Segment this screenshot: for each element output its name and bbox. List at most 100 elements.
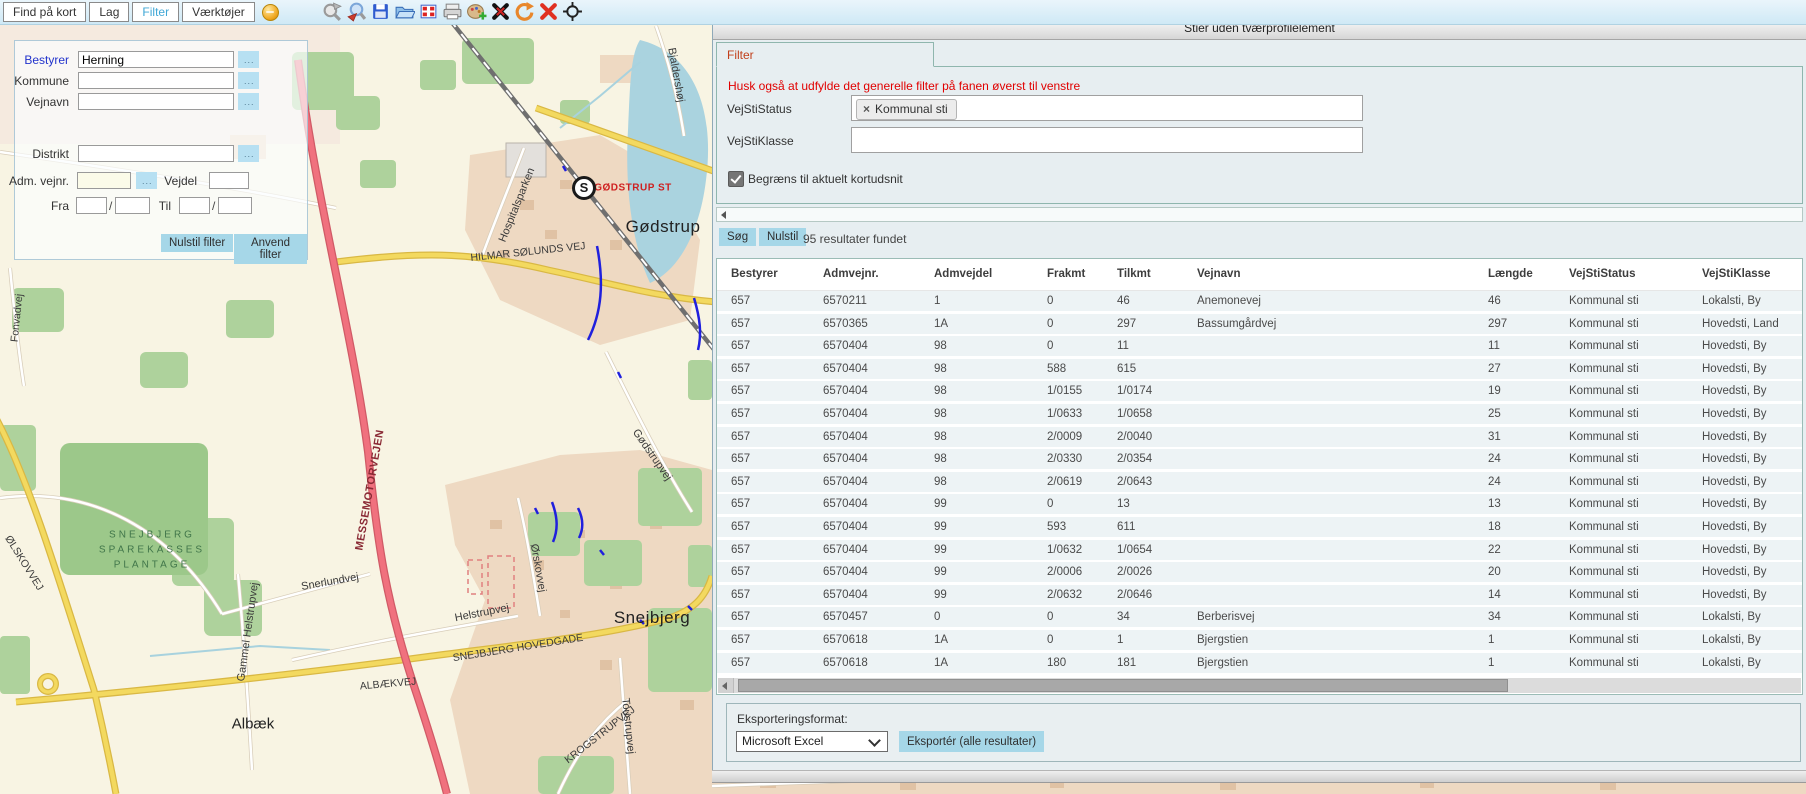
table-cell: 297 xyxy=(1488,314,1569,334)
til-slash: / xyxy=(212,199,215,213)
column-header[interactable]: VejStiStatus xyxy=(1569,259,1702,290)
tab-lag[interactable]: Lag xyxy=(89,2,129,22)
table-cell: Kommunal sti xyxy=(1569,404,1702,424)
palette-add-icon[interactable] xyxy=(466,1,487,22)
distrikt-input[interactable] xyxy=(78,145,234,162)
til-label: Til xyxy=(159,199,171,213)
limit-to-map-extent-checkbox[interactable] xyxy=(728,171,744,187)
vejnavn-input[interactable] xyxy=(78,93,234,110)
table-cell: 13 xyxy=(1488,494,1569,514)
dialog-tab-filter[interactable]: Filter xyxy=(716,42,934,67)
bestyrer-browse-button[interactable]: ... xyxy=(238,51,259,68)
status-ball-icon[interactable] xyxy=(262,4,279,21)
column-header[interactable]: Længde xyxy=(1488,259,1569,290)
table-row[interactable]: 65765704570034Berberisvej34Kommunal stiL… xyxy=(717,607,1802,627)
adm-vejnr-browse-button[interactable]: ... xyxy=(136,172,157,189)
table-cell xyxy=(1197,472,1488,492)
reset-filter-button[interactable]: Nulstil filter xyxy=(161,234,233,252)
print-icon[interactable] xyxy=(442,1,463,22)
table-row[interactable]: 65765704049959361118Kommunal stiHovedsti… xyxy=(717,517,1802,537)
column-header[interactable]: Admvejdel xyxy=(934,259,1047,290)
vejnavn-browse-button[interactable]: ... xyxy=(238,93,259,110)
reset-button[interactable]: Nulstil xyxy=(759,228,806,246)
table-row[interactable]: 6576570404982/06192/064324Kommunal stiHo… xyxy=(717,472,1802,492)
scroll-left-button[interactable] xyxy=(718,678,734,693)
refresh-icon[interactable] xyxy=(514,1,535,22)
column-header[interactable]: Vejnavn xyxy=(1197,259,1488,290)
table-row[interactable]: 65765704049801111Kommunal stiHovedsti, B… xyxy=(717,336,1802,356)
adm-vejnr-input[interactable] xyxy=(77,172,131,189)
table-row[interactable]: 6576570404991/06321/065422Kommunal stiHo… xyxy=(717,540,1802,560)
legend-grid-icon[interactable] xyxy=(418,1,439,22)
column-header[interactable]: Admvejnr. xyxy=(823,259,934,290)
kommune-browse-button[interactable]: ... xyxy=(238,72,259,89)
zoom-previous-icon[interactable] xyxy=(346,1,367,22)
table-horizontal-scrollbar[interactable] xyxy=(718,678,1801,693)
chip-close-icon[interactable]: × xyxy=(863,102,870,116)
open-folder-icon[interactable] xyxy=(394,1,415,22)
table-cell: 6570457 xyxy=(823,607,934,627)
results-table: BestyrerAdmvejnr.AdmvejdelFrakmtTilkmtVe… xyxy=(716,258,1803,695)
export-all-button[interactable]: Eksportér (alle resultater) xyxy=(899,731,1044,752)
search-button[interactable]: Søg xyxy=(719,228,756,246)
table-row[interactable]: 6576570404992/00062/002620Kommunal stiHo… xyxy=(717,562,1802,582)
table-cell: 2/0330 xyxy=(1047,449,1117,469)
table-row[interactable]: 65765702111046Anemonevej46Kommunal stiLo… xyxy=(717,291,1802,311)
apply-filter-button[interactable]: Anvend filter xyxy=(234,234,307,264)
export-format-select[interactable]: Microsoft Excel xyxy=(736,731,888,752)
table-row[interactable]: 6576570404982/03302/035424Kommunal stiHo… xyxy=(717,449,1802,469)
table-row[interactable]: 65765706181A01Bjergstien1Kommunal stiLok… xyxy=(717,630,1802,650)
bestyrer-label[interactable]: Bestyrer xyxy=(24,53,69,67)
table-cell: 6570365 xyxy=(823,314,934,334)
tab-filter[interactable]: Filter xyxy=(132,2,179,22)
vejdel-input[interactable] xyxy=(209,172,249,189)
column-header[interactable]: Frakmt xyxy=(1047,259,1117,290)
column-header[interactable]: VejStiKlasse xyxy=(1702,259,1802,290)
table-row[interactable]: 6576570404982/00092/004031Kommunal stiHo… xyxy=(717,427,1802,447)
table-cell: Hovedsti, By xyxy=(1702,359,1802,379)
vejstiklasse-input[interactable] xyxy=(851,127,1363,153)
zoom-extent-icon[interactable] xyxy=(322,1,343,22)
general-filter-panel: Bestyrer ... Kommune ... Vejnavn ... Dis… xyxy=(14,40,308,260)
fra-m-input[interactable] xyxy=(115,197,150,214)
column-header[interactable]: Tilkmt xyxy=(1117,259,1197,290)
cancel-icon[interactable] xyxy=(538,1,559,22)
bestyrer-input[interactable] xyxy=(78,51,234,68)
fra-km-input[interactable] xyxy=(76,197,107,214)
scrollbar-thumb[interactable] xyxy=(738,679,1508,692)
table-row[interactable]: 6576570404981/01551/017419Kommunal stiHo… xyxy=(717,381,1802,401)
save-icon[interactable] xyxy=(370,1,391,22)
table-cell: 0 xyxy=(1047,630,1117,650)
table-cell: Berberisvej xyxy=(1197,607,1488,627)
table-cell: Hovedsti, By xyxy=(1702,517,1802,537)
tab-vaerktoejer[interactable]: Værktøjer xyxy=(182,2,255,22)
table-row[interactable]: 6576570404992/06322/064614Kommunal stiHo… xyxy=(717,585,1802,605)
kommune-input[interactable] xyxy=(78,72,234,89)
main-toolbar: Find på kort Lag Filter Værktøjer xyxy=(0,0,1806,25)
vejstistatus-chip[interactable]: ×Kommunal sti xyxy=(856,99,957,120)
table-row[interactable]: 6576570404981/06331/065825Kommunal stiHo… xyxy=(717,404,1802,424)
scroll-left-arrow-icon[interactable] xyxy=(721,211,726,219)
table-cell: 31 xyxy=(1488,427,1569,447)
distrikt-browse-button[interactable]: ... xyxy=(238,145,259,162)
table-cell: Lokalsti, By xyxy=(1702,630,1802,650)
til-m-input[interactable] xyxy=(218,197,252,214)
table-cell: 6570618 xyxy=(823,653,934,673)
crosshair-icon[interactable] xyxy=(562,1,583,22)
delete-marks-icon[interactable] xyxy=(490,1,511,22)
filter-horizontal-scrollbar[interactable] xyxy=(716,207,1803,222)
table-cell: 6570404 xyxy=(823,449,934,469)
vejstistatus-input[interactable]: ×Kommunal sti xyxy=(851,95,1363,121)
tab-find-paa-kort[interactable]: Find på kort xyxy=(3,2,86,22)
table-header: BestyrerAdmvejnr.AdmvejdelFrakmtTilkmtVe… xyxy=(717,259,1802,291)
til-km-input[interactable] xyxy=(179,197,210,214)
table-cell: Hovedsti, By xyxy=(1702,472,1802,492)
table-cell: 6570404 xyxy=(823,472,934,492)
table-row[interactable]: 65765704049901313Kommunal stiHovedsti, B… xyxy=(717,494,1802,514)
table-row[interactable]: 65765706181A180181Bjergstien1Kommunal st… xyxy=(717,653,1802,673)
table-row[interactable]: 65765703651A0297Bassumgårdvej297Kommunal… xyxy=(717,314,1802,334)
table-row[interactable]: 65765704049858861527Kommunal stiHovedsti… xyxy=(717,359,1802,379)
table-cell xyxy=(1197,449,1488,469)
column-header[interactable]: Bestyrer xyxy=(717,259,823,290)
docked-panel-bar[interactable] xyxy=(712,770,1806,783)
